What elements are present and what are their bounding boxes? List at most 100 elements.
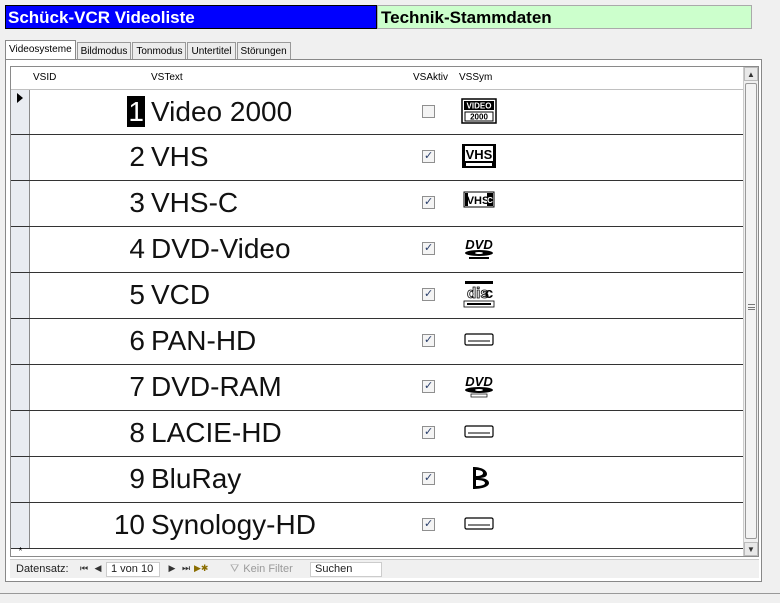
table-row[interactable]: 7 DVD-RAM DVD: [11, 365, 745, 411]
record-label: Datensatz:: [16, 563, 69, 575]
vsid-cell[interactable]: 2: [31, 137, 145, 177]
vsid-cell[interactable]: 6: [31, 321, 145, 361]
vsid-cell[interactable]: 7: [31, 367, 145, 407]
record-selector[interactable]: [11, 503, 30, 548]
svg-text:VHS: VHS: [467, 195, 490, 207]
tab-panel-videosysteme: VSID VSText VSAktiv VSSym 1 Video 2000 V…: [5, 59, 762, 582]
tab-tonmodus[interactable]: Tonmodus: [132, 42, 187, 60]
vstext-cell[interactable]: Synology-HD: [151, 505, 316, 545]
hard-disk-icon: [459, 325, 499, 355]
table-row[interactable]: 1 Video 2000 VIDEO 2000: [11, 89, 745, 135]
record-selector[interactable]: [11, 181, 30, 226]
vsaktiv-checkbox[interactable]: [422, 517, 435, 531]
record-navigation-bar: Datensatz: ⏮ ◀ 1 von 10 ▶ ⏭ ▶✱ ⛛ Kein Fil…: [10, 559, 759, 578]
vstext-cell[interactable]: VHS-C: [151, 183, 238, 223]
hard-disk-icon: [459, 417, 499, 447]
record-selector[interactable]: [11, 227, 30, 272]
vstext-cell[interactable]: DVD-RAM: [151, 367, 282, 407]
no-filter-icon: ⛛: [230, 562, 240, 575]
dvd-ram-logo-icon: DVD: [459, 371, 499, 401]
record-selector[interactable]: [11, 365, 30, 410]
table-row[interactable]: 9 BluRay: [11, 457, 745, 503]
vsid-cell[interactable]: 5: [31, 275, 145, 315]
table-row[interactable]: 3 VHS-C VHS C: [11, 181, 745, 227]
current-record-field[interactable]: 1 von 10: [106, 562, 160, 577]
svg-text:DVD: DVD: [465, 237, 493, 252]
vsid-cell[interactable]: 8: [31, 413, 145, 453]
status-bar: [0, 593, 780, 603]
bluray-logo-icon: [459, 463, 499, 493]
svg-text:C: C: [487, 196, 493, 205]
vsaktiv-checkbox[interactable]: [422, 425, 435, 439]
tab-stoerungen[interactable]: Störungen: [236, 42, 291, 60]
vsid-cell[interactable]: 3: [31, 183, 145, 223]
vstext-cell[interactable]: VCD: [151, 275, 210, 315]
search-input[interactable]: Suchen: [310, 562, 382, 577]
vsid-cell[interactable]: 10: [31, 505, 145, 545]
table-row[interactable]: 6 PAN-HD: [11, 319, 745, 365]
record-selector[interactable]: [11, 90, 30, 134]
vsaktiv-checkbox[interactable]: [422, 195, 435, 209]
vsid-cell[interactable]: 4: [31, 229, 145, 269]
video2000-logo-icon: VIDEO 2000: [459, 96, 499, 126]
vsaktiv-checkbox[interactable]: [422, 471, 435, 485]
vsaktiv-checkbox[interactable]: [422, 105, 435, 118]
previous-record-icon[interactable]: ◀: [92, 562, 104, 576]
vsaktiv-checkbox[interactable]: [422, 333, 435, 347]
first-record-icon[interactable]: ⏮: [78, 562, 90, 576]
svg-text:DVD: DVD: [465, 374, 493, 389]
tab-strip: Videosysteme Bildmodus Tonmodus Untertit…: [5, 40, 292, 60]
next-record-icon[interactable]: ▶: [166, 562, 178, 576]
vsaktiv-checkbox[interactable]: [422, 379, 435, 393]
vstext-cell[interactable]: DVD-Video: [151, 229, 291, 269]
vertical-scrollbar[interactable]: ▲ ▼: [743, 67, 758, 556]
datasheet-grid: VSID VSText VSAktiv VSSym 1 Video 2000 V…: [10, 66, 759, 557]
svg-text:VHS: VHS: [466, 147, 493, 162]
vsid-value: 1: [127, 96, 145, 127]
vstext-cell[interactable]: BluRay: [151, 459, 241, 499]
table-row[interactable]: 4 DVD-Video DVD: [11, 227, 745, 273]
vstext-cell[interactable]: LACIE-HD: [151, 413, 282, 453]
svg-text:2000: 2000: [470, 113, 488, 122]
table-row[interactable]: 10 Synology-HD: [11, 503, 745, 549]
vsid-cell[interactable]: 1: [31, 92, 145, 132]
tab-untertitel[interactable]: Untertitel: [187, 42, 236, 60]
app-title: Schück-VCR Videoliste: [5, 5, 377, 29]
filter-toggle[interactable]: ⛛ Kein Filter: [226, 562, 304, 577]
record-selector[interactable]: [11, 457, 30, 502]
column-header-vstext[interactable]: VSText: [151, 72, 183, 83]
vstext-cell[interactable]: PAN-HD: [151, 321, 256, 361]
vsaktiv-checkbox[interactable]: [422, 287, 435, 301]
new-record-icon[interactable]: ▶✱: [194, 562, 208, 576]
table-row[interactable]: 2 VHS VHS: [11, 135, 745, 181]
table-row[interactable]: 5 VCD dis c: [11, 273, 745, 319]
record-selector[interactable]: [11, 273, 30, 318]
record-selector[interactable]: [11, 411, 30, 456]
vsid-cell[interactable]: 9: [31, 459, 145, 499]
tab-bildmodus[interactable]: Bildmodus: [76, 42, 132, 60]
filter-label: Kein Filter: [243, 563, 293, 575]
section-title: Technik-Stammdaten: [377, 5, 752, 29]
last-record-icon[interactable]: ⏭: [180, 562, 192, 576]
vstext-cell[interactable]: Video 2000: [151, 92, 292, 132]
record-list: 1 Video 2000 VIDEO 2000 2 VHS ✓ VHS 3 VH…: [11, 89, 745, 549]
vsaktiv-checkbox[interactable]: [422, 241, 435, 255]
column-header-row: VSID VSText VSAktiv VSSym: [11, 67, 745, 89]
svg-text:VIDEO: VIDEO: [467, 102, 492, 111]
scroll-down-icon[interactable]: ▼: [744, 542, 758, 556]
new-record-marker[interactable]: *: [11, 547, 30, 557]
vhsc-logo-icon: VHS C: [459, 187, 499, 217]
column-header-vssym[interactable]: VSSym: [459, 72, 492, 83]
scroll-up-icon[interactable]: ▲: [744, 67, 758, 81]
svg-text:c: c: [485, 285, 493, 302]
column-header-vsid[interactable]: VSID: [33, 72, 56, 83]
hard-disk-icon: [459, 509, 499, 539]
table-row[interactable]: 8 LACIE-HD: [11, 411, 745, 457]
record-selector[interactable]: [11, 135, 30, 180]
column-header-vsaktiv[interactable]: VSAktiv: [413, 72, 448, 83]
record-selector[interactable]: [11, 319, 30, 364]
vsaktiv-checkbox[interactable]: [422, 149, 435, 163]
scrollbar-thumb[interactable]: [745, 83, 757, 539]
tab-videosysteme[interactable]: Videosysteme: [5, 40, 76, 60]
vstext-cell[interactable]: VHS: [151, 137, 209, 177]
